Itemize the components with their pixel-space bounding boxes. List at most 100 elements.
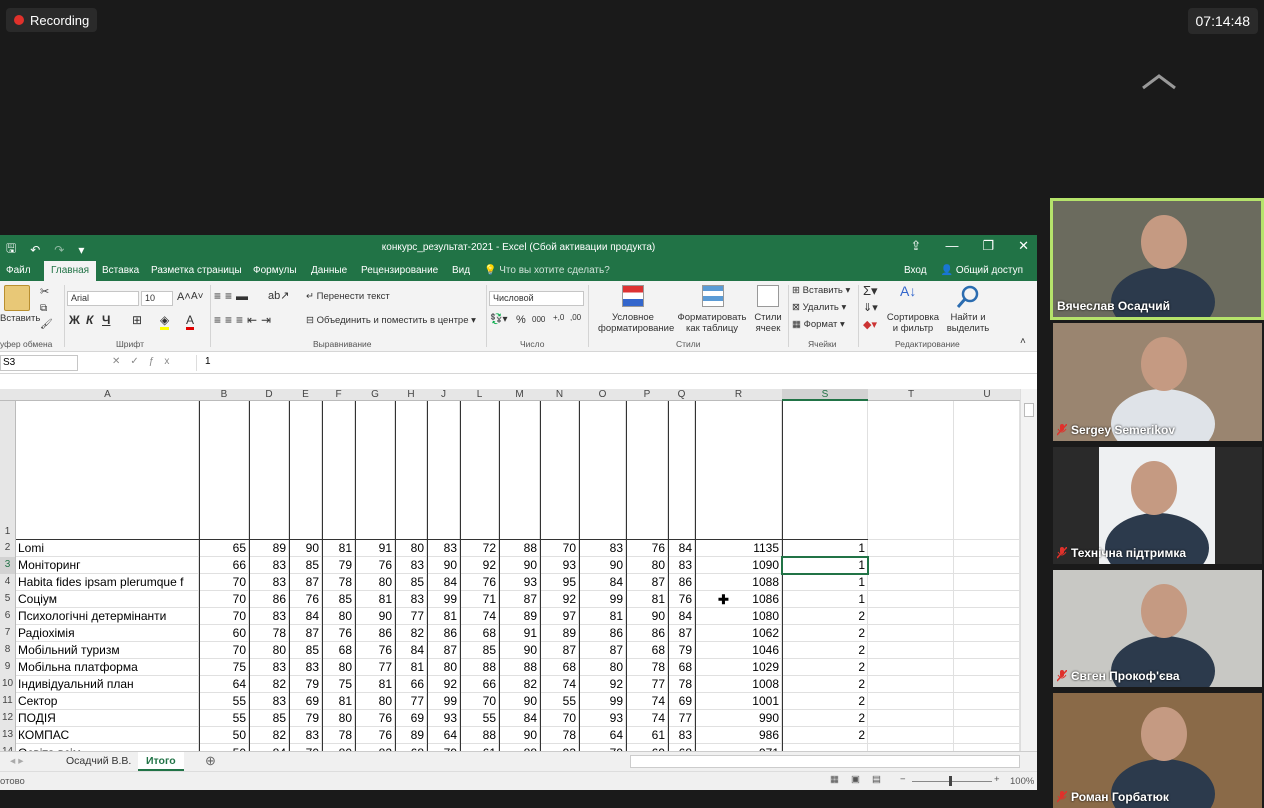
formula-icons[interactable]: ✕✓ƒx [112,356,179,367]
row-header[interactable]: 9 [0,659,16,676]
sign-in-link[interactable]: Вход [904,265,927,276]
score-cell[interactable]: 81 [355,591,395,608]
score-cell[interactable] [199,401,249,540]
insert-cells-button[interactable]: ⊞ Вставить ▾ [792,285,850,296]
score-cell[interactable]: 76 [355,642,395,659]
accounting-format-icon[interactable]: 💱▾ [490,314,507,325]
empty-cell[interactable] [954,401,1020,540]
score-cell[interactable]: 99 [427,591,460,608]
score-cell[interactable]: 71 [460,591,499,608]
rank-cell[interactable]: 2 [782,710,868,727]
score-cell[interactable]: 68 [626,642,668,659]
score-cell[interactable] [249,401,289,540]
total-cell[interactable]: 1001 [695,693,782,710]
column-header[interactable]: F [322,389,355,401]
score-cell[interactable]: 87 [427,642,460,659]
empty-cell[interactable] [954,574,1020,591]
underline-icon[interactable]: Ч [102,313,110,327]
horizontal-align-icons[interactable]: ≡≡≡⇤⇥ [214,313,275,327]
score-cell[interactable]: 88 [499,659,540,676]
score-cell[interactable]: 89 [249,540,289,557]
score-cell[interactable]: 70 [289,744,322,751]
collapse-ribbon-icon[interactable]: ˄ [1020,336,1026,347]
total-cell[interactable]: 986 [695,727,782,744]
score-cell[interactable]: 83 [395,591,427,608]
score-cell[interactable]: 79 [579,744,626,751]
horizontal-scrollbar[interactable] [630,755,1020,768]
score-cell[interactable]: 83 [249,574,289,591]
rank-cell[interactable]: 2 [782,659,868,676]
score-cell[interactable]: 68 [668,744,695,751]
project-name-cell[interactable]: Сектор [16,693,199,710]
score-cell[interactable]: 93 [427,710,460,727]
score-cell[interactable]: 82 [355,744,395,751]
score-cell[interactable]: 61 [460,744,499,751]
rank-cell[interactable] [782,744,868,751]
score-cell[interactable]: 83 [289,727,322,744]
project-name-cell[interactable]: Радіохімія [16,625,199,642]
score-cell[interactable] [395,401,427,540]
score-cell[interactable]: 88 [499,744,540,751]
zoom-in-icon[interactable]: + [994,774,1000,785]
column-header[interactable]: L [460,389,499,401]
score-cell[interactable]: 77 [355,659,395,676]
empty-cell[interactable] [954,727,1020,744]
score-cell[interactable]: 65 [199,540,249,557]
score-cell[interactable]: 86 [626,625,668,642]
score-cell[interactable]: 83 [289,659,322,676]
scroll-thumb[interactable] [1024,403,1034,417]
project-name-cell[interactable]: Мобільний туризм [16,642,199,659]
score-cell[interactable]: 88 [499,540,540,557]
sort-filter-button[interactable]: Сортировка и фильтр [884,312,942,334]
score-cell[interactable]: 86 [355,625,395,642]
row-header[interactable]: 14 [0,744,16,751]
ribbon-display-icon[interactable]: ⇪ [911,238,922,254]
score-cell[interactable]: 99 [427,693,460,710]
score-cell[interactable]: 85 [289,557,322,574]
sheet-nav-icons[interactable]: ◂ ▸ [10,755,23,767]
score-cell[interactable]: 76 [460,574,499,591]
format-as-table-button[interactable]: Форматировать как таблицу [676,312,748,334]
column-header[interactable]: D [249,389,289,401]
participant-tile[interactable]: Роман Горбатюк [1053,693,1262,808]
score-cell[interactable] [540,401,579,540]
project-name-cell[interactable]: Індивідуальний план [16,676,199,693]
score-cell[interactable]: 76 [355,557,395,574]
empty-cell[interactable] [954,710,1020,727]
score-cell[interactable]: 83 [668,557,695,574]
tab-formulas[interactable]: Формулы [253,265,297,276]
score-cell[interactable]: 80 [249,642,289,659]
share-button[interactable]: 👤 Общий доступ [941,265,1023,276]
number-format-combo[interactable]: Числовой [489,291,584,306]
close-icon[interactable]: ✕ [1018,238,1029,254]
score-cell[interactable]: 86 [668,574,695,591]
score-cell[interactable]: 84 [668,540,695,557]
score-cell[interactable]: 81 [322,693,355,710]
borders-icon[interactable]: ⊞ [132,313,142,327]
tab-view[interactable]: Вид [452,265,470,276]
participant-tile[interactable]: Sergey Semerikov [1053,323,1262,441]
total-cell[interactable] [695,401,782,540]
total-cell[interactable]: 1090 [695,557,782,574]
score-cell[interactable]: 84 [579,574,626,591]
score-cell[interactable]: 90 [427,557,460,574]
score-cell[interactable]: 76 [668,591,695,608]
score-cell[interactable]: 81 [355,676,395,693]
column-header[interactable]: H [395,389,427,401]
score-cell[interactable]: 77 [626,676,668,693]
score-cell[interactable]: 77 [395,693,427,710]
tab-data[interactable]: Данные [311,265,347,276]
zoom-out-icon[interactable]: − [900,774,906,785]
total-cell[interactable]: 1008 [695,676,782,693]
score-cell[interactable]: 70 [540,540,579,557]
score-cell[interactable]: 89 [499,608,540,625]
vertical-align-icons[interactable]: ≡≡▬ [214,289,252,303]
format-cells-button[interactable]: ▦ Формат ▾ [792,319,845,330]
sheet-tab-osadchiy[interactable]: Осадчий В.В. [58,752,139,771]
score-cell[interactable]: 64 [579,727,626,744]
score-cell[interactable]: 76 [289,591,322,608]
add-sheet-icon[interactable]: ⊕ [205,753,216,769]
score-cell[interactable]: 75 [199,659,249,676]
recording-indicator[interactable]: Recording [6,8,98,32]
score-cell[interactable]: 78 [249,625,289,642]
